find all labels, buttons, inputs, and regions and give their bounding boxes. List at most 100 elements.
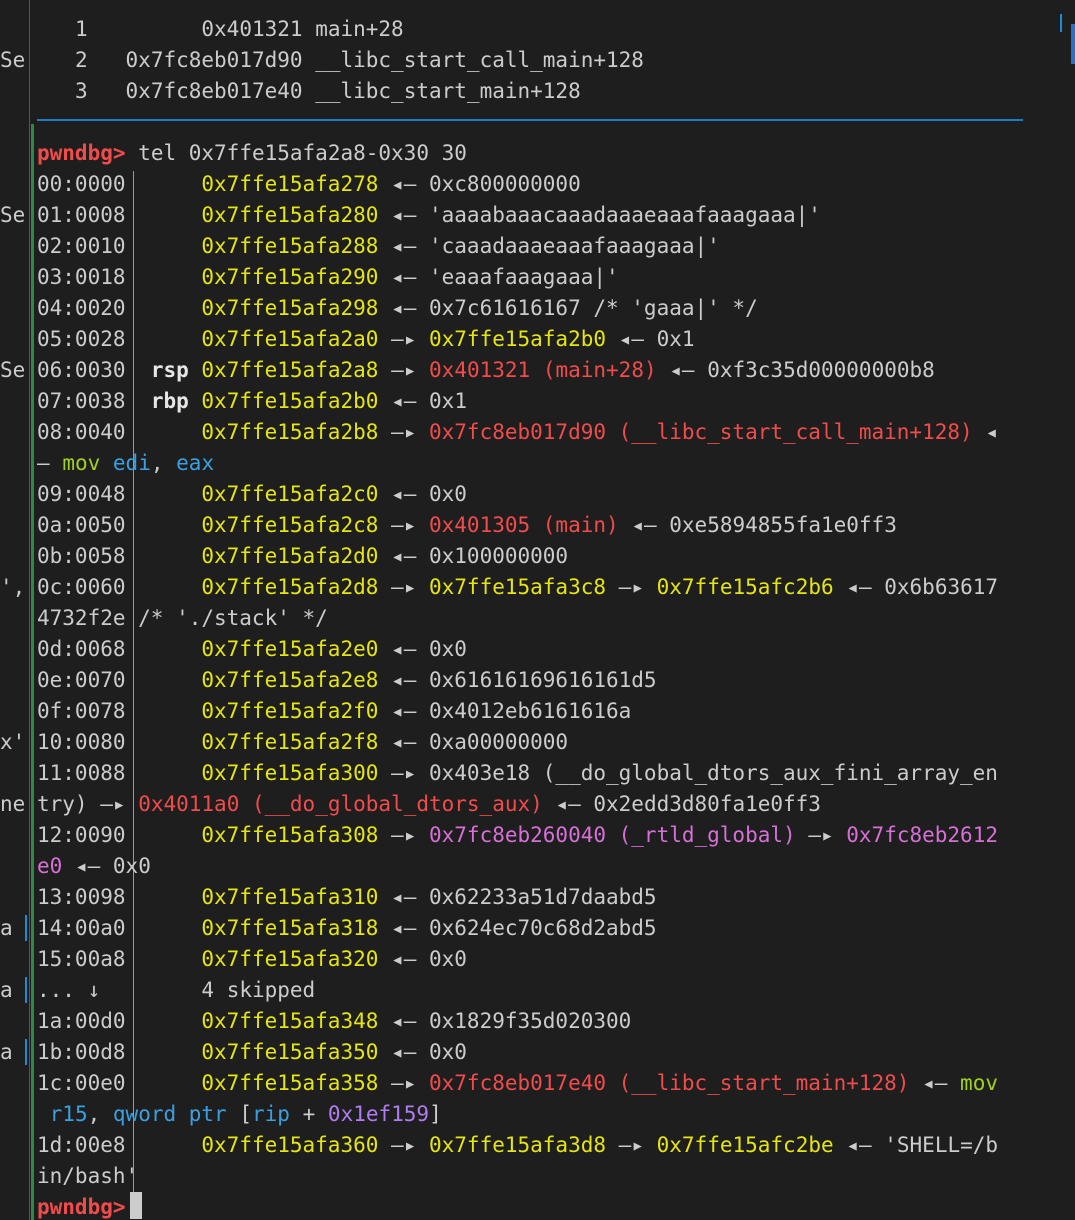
text-segment <box>100 451 113 475</box>
text-segment <box>695 358 708 382</box>
text-segment <box>796 823 809 847</box>
text-segment: mov <box>960 1071 998 1095</box>
text-segment: 0x403e18 (__do_global_dtors_aux_fini_arr… <box>429 761 998 785</box>
text-segment <box>37 48 75 72</box>
terminal-window[interactable]: Se Se Se ', x' ne a a a 1 0x401321 main+… <box>0 0 1075 1220</box>
left-fragment: x' <box>0 730 26 754</box>
text-segment <box>657 358 670 382</box>
text-segment: 0x7ffe15afa3d8 <box>429 1133 607 1157</box>
text-segment: 0x1829f35d020300 <box>429 1009 632 1033</box>
text-segment: 0a:0050 <box>37 513 126 537</box>
stack-row: 05:0028 0x7ffe15afa2a0 —▸ 0x7ffe15afa2b0… <box>37 324 1025 355</box>
backtrace-row: 1 0x401321 main+28 <box>37 14 1025 45</box>
text-segment <box>416 668 429 692</box>
text-segment <box>126 420 202 444</box>
stack-row: 0d:0068 0x7ffe15afa2e0 ◂— 0x0 <box>37 634 1025 665</box>
text-segment: 0x7ffe15afa2f8 <box>201 730 379 754</box>
text-segment: ◂— <box>669 358 695 382</box>
text-segment <box>378 203 391 227</box>
text-segment <box>126 916 202 940</box>
command-text: tel 0x7ffe15afa2a8-0x30 30 <box>138 141 467 165</box>
text-segment: 14:00a0 <box>37 916 126 940</box>
text-segment <box>37 79 75 103</box>
text-segment: 0x7ffe15afa2a8 <box>201 358 379 382</box>
text-segment: 0x7ffe15afa360 <box>201 1133 379 1157</box>
text-segment <box>644 327 657 351</box>
text-segment <box>644 575 657 599</box>
text-segment <box>657 513 670 537</box>
text-segment: —▸ <box>391 420 417 444</box>
text-segment: 0x7ffe15afa2a0 <box>201 327 379 351</box>
text-segment: 0x7fc8eb260040 (_rtld_global) <box>429 823 796 847</box>
text-segment: 4732f2e /* './stack' */ <box>37 606 328 630</box>
text-segment <box>126 1133 202 1157</box>
text-segment <box>416 637 429 661</box>
text-segment: 0x624ec70c68d2abd5 <box>429 916 657 940</box>
text-segment: 0x7fc8eb017e40 (__libc_start_main+128) <box>429 1071 910 1095</box>
left-fragment: a <box>0 916 13 940</box>
text-segment <box>378 482 391 506</box>
text-segment: 02:0010 <box>37 234 126 258</box>
text-segment: __libc_start_main+128 <box>315 79 581 103</box>
text-segment: 0x7fc8eb2612 <box>846 823 998 847</box>
text-segment <box>126 637 202 661</box>
text-segment: —▸ <box>391 327 417 351</box>
text-segment <box>378 513 391 537</box>
register-label: rbp <box>150 389 189 413</box>
command-gutter <box>31 124 34 1220</box>
scrollbar[interactable] <box>1071 0 1075 1220</box>
input-line[interactable]: pwndbg> <box>37 1192 1025 1220</box>
text-segment: 1b:00d8 <box>37 1040 126 1064</box>
stack-row: 04:0020 0x7ffe15afa298 ◂— 0x7c61616167 /… <box>37 293 1025 324</box>
text-segment: 0x7ffe15afa308 <box>201 823 379 847</box>
text-segment: ◂— <box>631 513 657 537</box>
stack-row: 00:0000 0x7ffe15afa278 ◂— 0xc800000000 <box>37 169 1025 200</box>
stack-row: 11:0088 0x7ffe15afa300 —▸ 0x403e18 (__do… <box>37 758 1025 789</box>
text-segment: 06:0030 <box>37 358 126 382</box>
text-segment: ◂— <box>391 234 417 258</box>
text-segment <box>378 327 391 351</box>
pane-divider[interactable] <box>29 0 30 1220</box>
text-segment <box>378 544 391 568</box>
stack-row-continuation: — mov edi, eax <box>37 448 1025 479</box>
text-segment: ◂— <box>391 668 417 692</box>
text-segment <box>378 575 391 599</box>
stack-row-continuation: r15, qword ptr [rip + 0x1ef159] <box>37 1099 1025 1130</box>
text-segment: 0b:0058 <box>37 544 126 568</box>
text-segment <box>100 854 113 878</box>
text-segment <box>126 1071 202 1095</box>
text-segment: ◂— <box>846 1133 872 1157</box>
text-segment: + <box>302 1102 316 1126</box>
text-segment: 0x0 <box>112 854 151 878</box>
text-segment: main+28 <box>315 17 404 41</box>
text-segment: 0x7ffe15afc2be <box>656 1133 834 1157</box>
text-segment: 03:0018 <box>37 265 126 289</box>
text-segment: 0x401305 (main) <box>429 513 619 537</box>
text-segment <box>100 978 201 1002</box>
command-line[interactable]: pwndbg> tel 0x7ffe15afa2a8-0x30 30 <box>37 138 1025 169</box>
text-segment: 0x7fc8eb017d90 <box>125 48 303 72</box>
backtrace-row: 3 0x7fc8eb017e40 __libc_start_main+128 <box>37 76 1025 107</box>
backtrace-row: 2 0x7fc8eb017d90 __libc_start_call_main+… <box>37 45 1025 76</box>
text-segment: ◂— <box>391 1009 417 1033</box>
scrollbar-thumb[interactable] <box>1071 24 1075 64</box>
text-segment: in/bash' <box>37 1164 139 1188</box>
text-segment: ◂— <box>391 699 417 723</box>
text-segment: ◂— <box>618 327 644 351</box>
text-segment: ◂— <box>391 885 417 909</box>
text-segment: qword ptr <box>112 1102 227 1126</box>
text-segment: ◂— <box>74 854 101 878</box>
text-segment: ◂— <box>391 203 417 227</box>
text-segment <box>126 513 202 537</box>
text-segment <box>378 265 391 289</box>
text-segment: — <box>37 451 50 475</box>
register-label: rsp <box>150 358 189 382</box>
text-segment <box>126 1009 202 1033</box>
stack-row: 02:0010 0x7ffe15afa288 ◂— 'caaadaaaeaaaf… <box>37 231 1025 262</box>
left-fragment: Se <box>0 203 26 227</box>
text-segment <box>88 48 126 72</box>
text-segment <box>303 48 316 72</box>
stack-row: 1a:00d0 0x7ffe15afa348 ◂— 0x1829f35d0203… <box>37 1006 1025 1037</box>
text-segment <box>378 1133 391 1157</box>
text-segment <box>303 17 316 41</box>
